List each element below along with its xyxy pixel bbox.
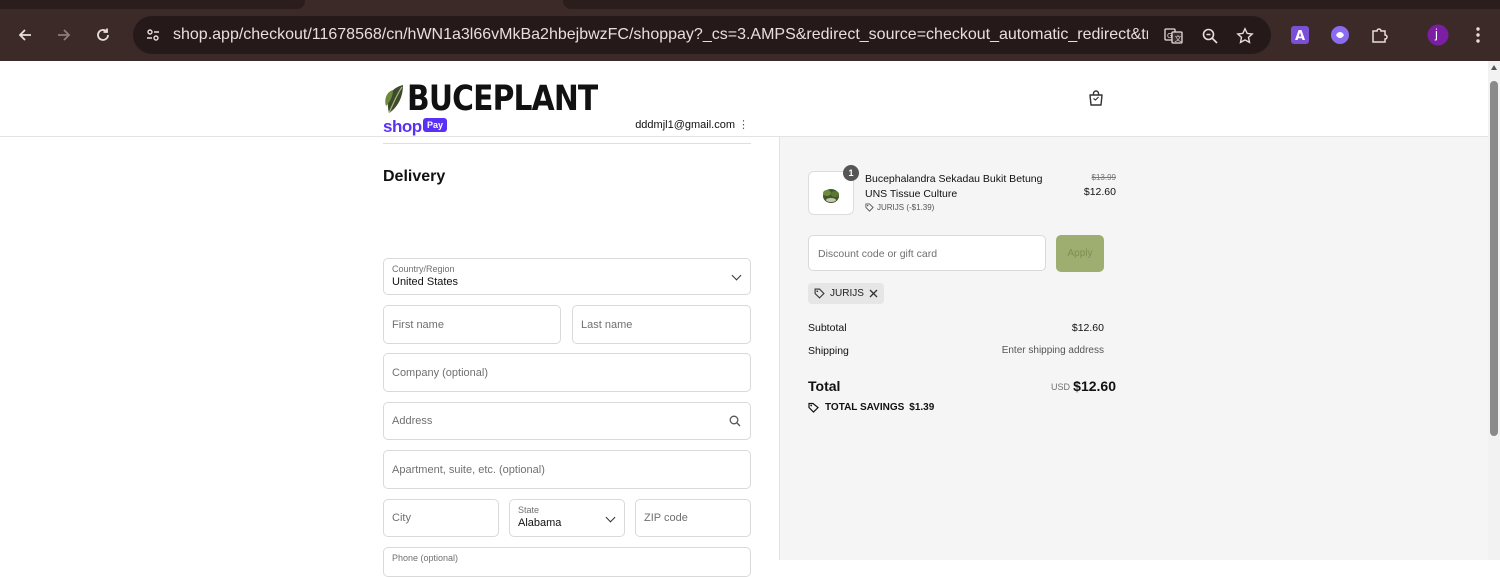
total-label: Total: [808, 378, 841, 394]
apartment-input[interactable]: Apartment, suite, etc. (optional): [383, 450, 751, 489]
profile-initial: j: [1435, 26, 1438, 41]
reload-icon[interactable]: [91, 23, 115, 47]
company-input[interactable]: Company (optional): [383, 353, 751, 392]
state-value: Alabama: [518, 517, 562, 529]
savings-value: $1.39: [909, 402, 935, 413]
country-value: United States: [392, 276, 459, 288]
brand-logo[interactable]: BUCEPLANT: [383, 79, 631, 119]
extensions-puzzle-icon[interactable]: [1369, 24, 1391, 46]
shipping-row: Shipping Enter shipping address: [808, 345, 1104, 357]
product-name: Bucephalandra Sekadau Bukit Betung UNS T…: [865, 173, 1043, 200]
original-price: $13.99: [1091, 173, 1116, 182]
apartment-placeholder: Apartment, suite, etc. (optional): [392, 464, 545, 476]
bookmark-star-icon[interactable]: [1234, 25, 1256, 47]
forward-icon[interactable]: [52, 23, 76, 47]
browser-tab[interactable]: [0, 0, 305, 9]
country-select[interactable]: Country/Region United States: [383, 258, 751, 295]
shipping-label: Shipping: [808, 345, 849, 357]
shop-pay-account-row: shop Pay dddmjl1@gmail.com ⋮: [383, 115, 751, 144]
last-name-input[interactable]: Last name: [572, 305, 751, 344]
profile-avatar[interactable]: j: [1427, 24, 1449, 46]
total-savings: TOTAL SAVINGS $1.39: [808, 402, 934, 413]
company-placeholder: Company (optional): [392, 367, 488, 379]
zoom-icon[interactable]: [1199, 25, 1221, 47]
phone-placeholder: Phone (optional): [392, 553, 459, 563]
quantity-badge: 1: [843, 165, 859, 181]
svg-text:文: 文: [1175, 34, 1182, 43]
product-discount-text: JURIJS (-$1.39): [877, 203, 935, 212]
total-currency: USD: [1050, 382, 1070, 392]
site-info-icon[interactable]: [141, 23, 165, 47]
browser-menu-icon[interactable]: [1467, 24, 1489, 46]
discounted-price: $12.60: [1083, 186, 1116, 198]
zip-input[interactable]: ZIP code: [635, 499, 751, 537]
tag-icon: [865, 203, 874, 212]
url-text[interactable]: shop.app/checkout/11678568/cn/hWN1a3l66v…: [173, 26, 1148, 44]
subtotal-value: $12.60: [1071, 322, 1104, 334]
shipping-value: Enter shipping address: [1001, 345, 1104, 356]
cart-bag-icon[interactable]: [1087, 89, 1105, 107]
search-icon: [729, 415, 741, 427]
browser-toolbar: shop.app/checkout/11678568/cn/hWN1a3l66v…: [0, 9, 1500, 61]
applied-code-chip: JURIJS: [808, 283, 884, 304]
discount-placeholder: Discount code or gift card: [818, 248, 938, 260]
savings-tag-icon: [808, 402, 819, 413]
extension-purple-icon[interactable]: [1329, 24, 1351, 46]
city-placeholder: City: [392, 512, 411, 524]
shop-logo: shop: [383, 117, 422, 136]
address-bar[interactable]: shop.app/checkout/11678568/cn/hWN1a3l66v…: [133, 16, 1271, 54]
scrollbar[interactable]: [1488, 61, 1500, 560]
back-icon[interactable]: [13, 23, 37, 47]
translate-icon[interactable]: G文: [1163, 25, 1185, 47]
scroll-thumb[interactable]: [1490, 81, 1498, 436]
subtotal-row: Subtotal $12.60: [808, 322, 1104, 334]
phone-input[interactable]: Phone (optional): [383, 547, 751, 577]
remove-code-icon[interactable]: [869, 289, 878, 298]
address-placeholder: Address: [392, 415, 433, 427]
city-input[interactable]: City: [383, 499, 499, 537]
brand-name: BUCEPLANT: [407, 79, 598, 119]
apply-button[interactable]: Apply: [1056, 235, 1104, 272]
last-name-placeholder: Last name: [581, 319, 633, 331]
first-name-placeholder: First name: [392, 319, 444, 331]
extension-a-icon[interactable]: A: [1289, 24, 1311, 46]
svg-text:A: A: [1295, 29, 1305, 44]
browser-tab[interactable]: [563, 0, 1500, 9]
pay-badge: Pay: [423, 118, 448, 132]
total-value: $12.60: [1073, 378, 1116, 394]
country-label: Country/Region: [392, 264, 455, 274]
product-discount: JURIJS (-$1.39): [865, 203, 934, 212]
chevron-down-icon: [731, 270, 742, 281]
leaf-logo-icon: [385, 85, 403, 114]
subtotal-label: Subtotal: [808, 322, 847, 334]
delivery-heading: Delivery: [383, 168, 446, 185]
chevron-down-icon: [605, 512, 616, 523]
account-menu-icon[interactable]: ⋮: [738, 118, 749, 131]
zip-placeholder: ZIP code: [644, 512, 688, 524]
applied-code-text: JURIJS: [830, 288, 864, 299]
discount-code-input[interactable]: Discount code or gift card: [808, 235, 1046, 271]
state-select[interactable]: State Alabama: [509, 499, 625, 537]
savings-label: TOTAL SAVINGS: [825, 402, 905, 413]
svg-text:G: G: [1167, 32, 1172, 40]
scroll-up-icon[interactable]: [1491, 65, 1497, 70]
account-email: dddmjl1@gmail.com: [635, 119, 735, 131]
state-label: State: [518, 505, 540, 515]
tag-icon: [814, 288, 825, 299]
address-input[interactable]: Address: [383, 402, 751, 440]
first-name-input[interactable]: First name: [383, 305, 561, 344]
